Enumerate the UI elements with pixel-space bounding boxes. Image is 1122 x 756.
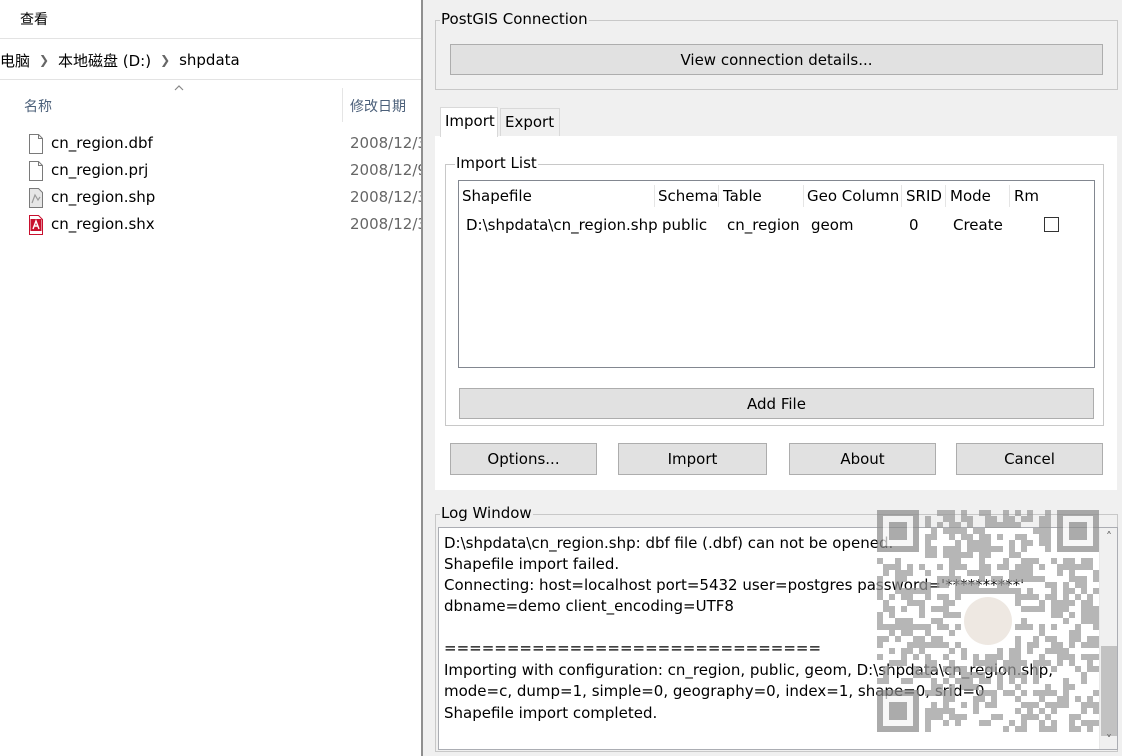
chevron-right-icon[interactable]: ❯ [30, 53, 58, 67]
cell-table[interactable]: cn_region [727, 216, 800, 234]
column-divider[interactable] [654, 185, 655, 207]
breadcrumb-folder[interactable]: shpdata [179, 51, 240, 69]
options-button[interactable]: Options... [450, 443, 597, 475]
column-divider[interactable] [803, 185, 804, 207]
file-row-dbf[interactable]: cn_region.dbf 2008/12/3 [0, 132, 421, 158]
file-explorer: 查看 电脑 ❯ 本地磁盘 (D:) ❯ shpdata 名称 修改日期 cn_r… [0, 0, 421, 756]
log-scrollbar[interactable]: ˄ ˅ [1099, 528, 1117, 749]
column-header-modified[interactable]: 修改日期 [350, 96, 406, 116]
blank-file-icon [29, 161, 43, 181]
chevron-right-icon[interactable]: ❯ [151, 53, 179, 67]
import-list-title: Import List [455, 154, 538, 172]
file-date: 2008/12/3 [350, 215, 421, 233]
column-divider[interactable] [901, 185, 902, 207]
postgis-connection-title: PostGIS Connection [440, 10, 589, 28]
col-header-mode[interactable]: Mode [950, 187, 991, 205]
column-header-name[interactable]: 名称 [24, 96, 52, 116]
log-line: D:\shpdata\cn_region.shp: dbf file (.dbf… [444, 534, 894, 552]
log-line: dbname=demo client_encoding=UTF8 [444, 597, 734, 615]
about-button[interactable]: About [789, 443, 936, 475]
file-date: 2008/12/9 [350, 161, 421, 179]
file-name: cn_region.prj [51, 161, 149, 179]
scroll-thumb[interactable] [1101, 646, 1117, 736]
log-line: Shapefile import completed. [444, 704, 658, 722]
scroll-down-icon[interactable]: ˅ [1100, 731, 1117, 749]
breadcrumb-drive[interactable]: 本地磁盘 (D:) [58, 50, 151, 71]
view-connection-details-button[interactable]: View connection details... [450, 44, 1103, 75]
file-date: 2008/12/3 [350, 134, 421, 152]
blank-file-icon [29, 134, 43, 154]
add-file-button[interactable]: Add File [459, 388, 1094, 419]
column-divider[interactable] [945, 185, 946, 207]
col-header-table[interactable]: Table [723, 187, 762, 205]
sort-up-icon [174, 85, 184, 91]
file-row-shp[interactable]: cn_region.shp 2008/12/3 [0, 186, 421, 212]
col-header-geo-column[interactable]: Geo Column [807, 187, 899, 205]
col-header-shapefile[interactable]: Shapefile [462, 187, 532, 205]
cell-srid[interactable]: 0 [909, 216, 919, 234]
file-row-shx[interactable]: cn_region.shx 2008/12/3 [0, 213, 421, 239]
file-name: cn_region.shx [51, 215, 155, 233]
file-name: cn_region.dbf [51, 134, 153, 152]
breadcrumb-pc[interactable]: 电脑 [0, 50, 30, 71]
column-divider[interactable] [1009, 185, 1010, 207]
shape-file-icon [29, 188, 43, 208]
file-name: cn_region.shp [51, 188, 156, 206]
import-button[interactable]: Import [618, 443, 767, 475]
log-line: ============================== [444, 639, 822, 657]
cancel-button[interactable]: Cancel [956, 443, 1103, 475]
cell-schema[interactable]: public [662, 216, 707, 234]
address-divider [0, 79, 421, 80]
scroll-up-icon[interactable]: ˄ [1100, 528, 1117, 546]
log-line: Shapefile import failed. [444, 555, 620, 573]
col-header-srid[interactable]: SRID [906, 187, 942, 205]
import-file-table[interactable]: Shapefile Schema Table Geo Column SRID M… [458, 180, 1095, 368]
tab-export[interactable]: Export [500, 108, 560, 136]
tab-import[interactable]: Import [440, 107, 498, 137]
file-row-prj[interactable]: cn_region.prj 2008/12/9 [0, 159, 421, 185]
col-header-schema[interactable]: Schema [658, 187, 718, 205]
col-header-rm[interactable]: Rm [1014, 187, 1039, 205]
rm-checkbox[interactable] [1044, 217, 1059, 232]
log-window-title: Log Window [440, 504, 533, 522]
menu-view[interactable]: 查看 [20, 9, 48, 29]
file-date: 2008/12/3 [350, 188, 421, 206]
cell-shapefile: D:\shpdata\cn_region.shp [466, 216, 658, 234]
column-divider[interactable] [342, 88, 343, 122]
qr-code-watermark [877, 510, 1099, 732]
cell-mode[interactable]: Create [953, 216, 1003, 234]
breadcrumb: 电脑 ❯ 本地磁盘 (D:) ❯ shpdata [0, 50, 240, 70]
column-divider[interactable] [718, 185, 719, 207]
cell-geo-column[interactable]: geom [811, 216, 854, 234]
ribbon-divider [0, 38, 421, 39]
autocad-file-icon [29, 215, 43, 235]
